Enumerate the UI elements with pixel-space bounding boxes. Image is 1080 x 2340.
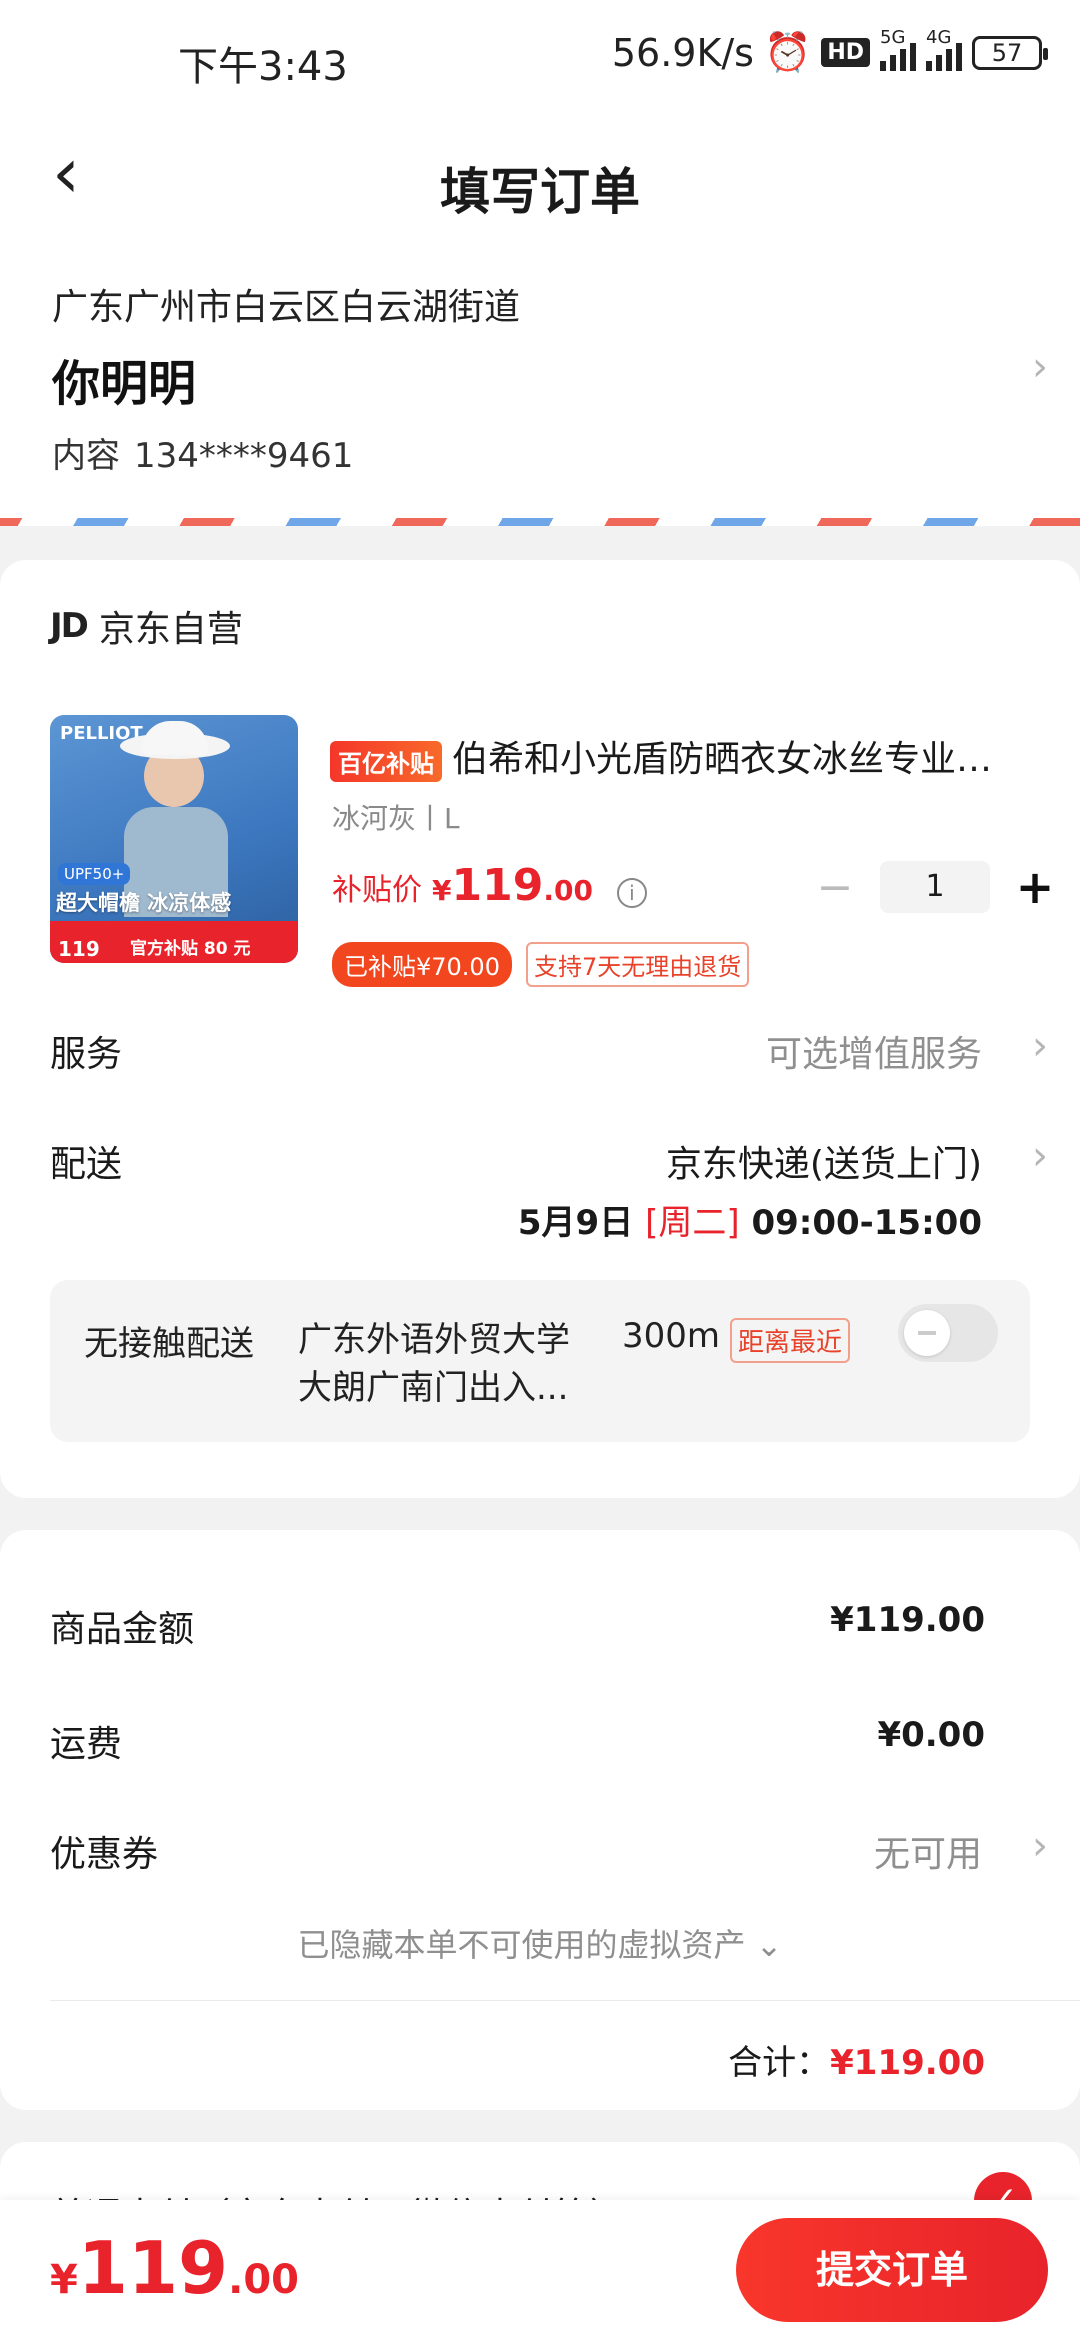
- recipient-phone: 内容 134****9461: [52, 436, 354, 476]
- address-card[interactable]: 广东广州市白云区白云湖街道 你明明 内容 134****9461 ›: [0, 270, 1080, 525]
- info-icon[interactable]: i: [616, 878, 647, 908]
- coupon-value[interactable]: 无可用: [874, 1825, 982, 1877]
- product-price: 补贴价 ¥119.00 i: [332, 860, 647, 911]
- decrease-button[interactable]: −: [810, 862, 860, 913]
- recipient-name: 你明明: [52, 356, 197, 412]
- contactless-label: 无接触配送: [84, 1324, 254, 1364]
- chevron-right-icon: ›: [1032, 344, 1048, 390]
- service-value[interactable]: 可选增值服务: [766, 1025, 982, 1077]
- bottom-total-price: ¥119.00: [50, 2226, 299, 2310]
- bottom-bar: ¥119.00 提交订单: [0, 2200, 1080, 2340]
- status-bar: 下午3:43 56.9K/s ⏰ HD 5G 4G 57: [0, 0, 1080, 110]
- contactless-distance: 300m: [622, 1316, 721, 1356]
- contactless-delivery: 无接触配送 广东外语外贸大学大朗广南门出入... 300m 距离最近: [50, 1280, 1030, 1442]
- page-title: 填写订单: [440, 163, 640, 221]
- goods-amount-label: 商品金额: [50, 1609, 195, 1650]
- store-name: 京东自营: [98, 609, 243, 650]
- goods-amount-value: ¥119.00: [830, 1600, 985, 1640]
- service-label: 服务: [50, 1034, 123, 1075]
- nearest-tag: 距离最近: [730, 1318, 851, 1363]
- chevron-right-icon: ›: [1032, 1823, 1048, 1869]
- product-title[interactable]: 百亿补贴伯希和小光盾防晒衣女冰丝专业防晒外套: [330, 730, 1020, 782]
- signal-5g-icon: 5G: [880, 27, 916, 71]
- delivery-method[interactable]: 京东快递(送货上门): [666, 1135, 982, 1187]
- order-card: JD 京东自营 PELLIOT UPF50+ 超大帽檐 冰凉体感 119 官方补…: [0, 560, 1080, 1498]
- divider: [50, 2000, 1080, 2001]
- return-policy-badge: 支持7天无理由退货: [525, 942, 750, 987]
- quantity-stepper: − 1 +: [810, 860, 1060, 914]
- chevron-right-icon: ›: [1032, 1023, 1048, 1069]
- store-header: JD 京东自营: [50, 600, 243, 652]
- battery-icon: 57: [972, 35, 1048, 70]
- address-line: 广东广州市白云区白云湖街道: [52, 287, 521, 328]
- submit-order-button[interactable]: 提交订单: [736, 2218, 1048, 2322]
- hidden-assets-toggle[interactable]: 已隐藏本单不可使用的虚拟资产 ⌄: [0, 1920, 1080, 1966]
- status-time: 下午3:43: [178, 44, 348, 90]
- product-image[interactable]: PELLIOT UPF50+ 超大帽檐 冰凉体感 119 官方补贴 80 元: [50, 715, 298, 963]
- signal-4g-icon: 4G: [926, 27, 962, 71]
- chevron-right-icon: ›: [1032, 1133, 1048, 1179]
- address-divider-stripe: [0, 518, 1080, 526]
- jd-logo-icon: JD: [50, 606, 89, 646]
- product-badges: 已补贴¥70.00 支持7天无理由退货: [332, 942, 750, 987]
- status-icons: 56.9K/s ⏰ HD 5G 4G 57: [611, 27, 1048, 75]
- product-spec: 冰河灰丨L: [332, 802, 460, 835]
- delivery-time: 5月9日 [周二] 09:00-15:00: [517, 1203, 982, 1243]
- contactless-toggle[interactable]: [898, 1304, 998, 1362]
- hd-icon: HD: [821, 38, 870, 67]
- delivery-label: 配送: [50, 1144, 123, 1185]
- nav-bar: ‹ 填写订单: [0, 110, 1080, 270]
- summary-card: 商品金额 ¥119.00 运费 ¥0.00 优惠券 无可用 › 已隐藏本单不可使…: [0, 1530, 1080, 2110]
- quantity-value[interactable]: 1: [880, 861, 990, 913]
- order-total: 合计：¥119.00: [728, 2043, 985, 2083]
- shipping-value: ¥0.00: [877, 1715, 985, 1755]
- alarm-icon: ⏰: [763, 30, 812, 74]
- subsidized-badge: 已补贴¥70.00: [332, 942, 512, 987]
- net-speed: 56.9K/s: [611, 30, 754, 75]
- shipping-label: 运费: [50, 1724, 123, 1765]
- contactless-place: 广东外语外贸大学大朗广南门出入...: [298, 1320, 570, 1408]
- increase-button[interactable]: +: [1010, 860, 1060, 914]
- coupon-label: 优惠券: [50, 1834, 159, 1875]
- subsidy-tag: 百亿补贴: [330, 740, 442, 782]
